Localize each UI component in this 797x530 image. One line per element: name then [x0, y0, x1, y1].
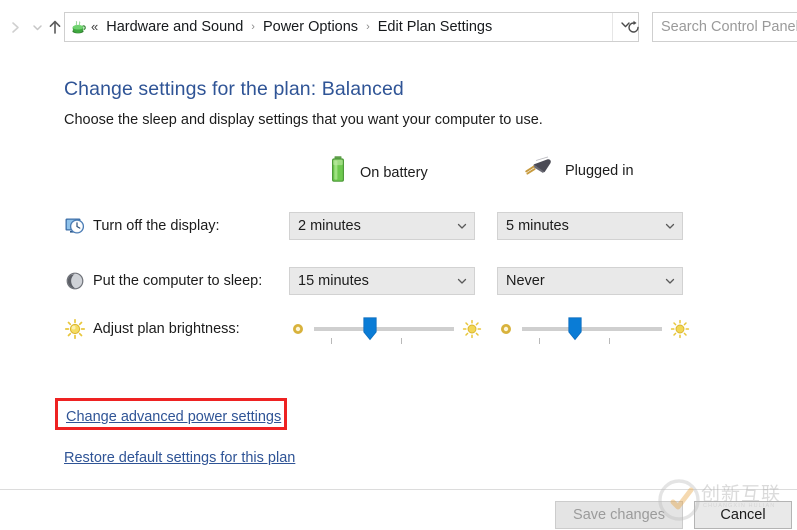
column-label-on-battery: On battery [360, 164, 428, 181]
brightness-slider-on-battery[interactable] [289, 312, 483, 346]
slider-track-wrapper[interactable] [522, 312, 662, 346]
dropdown-value: 2 minutes [298, 218, 361, 234]
chevron-down-icon [658, 275, 682, 287]
setting-row-turn-off-display: Turn off the display: 2 minutes 5 minute… [0, 209, 797, 243]
settings-content: Change settings for the plan: Balanced C… [0, 57, 797, 489]
breadcrumb-separator-icon: › [251, 20, 255, 33]
slider-tick [608, 338, 610, 344]
control-panel-window: « Hardware and Sound › Power Options › E… [0, 0, 797, 530]
brightness-high-icon [669, 319, 691, 339]
column-header-plugged-in: Plugged in [523, 155, 634, 186]
dropdown-display-on-battery[interactable]: 2 minutes [289, 212, 475, 240]
chevron-down-icon [450, 275, 474, 287]
search-placeholder: Search Control Panel [661, 19, 797, 35]
cancel-button[interactable]: Cancel [694, 501, 792, 529]
brightness-low-icon [289, 322, 307, 336]
setting-label-adjust-plan-brightness: Adjust plan brightness: [93, 321, 240, 337]
setting-row-put-computer-to-sleep: Put the computer to sleep: 15 minutes Ne… [0, 264, 797, 298]
dropdown-value: 15 minutes [298, 273, 369, 289]
footer-bar: Save changes Cancel [0, 490, 797, 530]
dropdown-display-plugged-in[interactable]: 5 minutes [497, 212, 683, 240]
column-header-on-battery: On battery [328, 155, 428, 190]
brightness-high-icon [461, 319, 483, 339]
dropdown-sleep-plugged-in[interactable]: Never [497, 267, 683, 295]
slider-thumb[interactable] [363, 317, 377, 341]
slider-tick [330, 338, 332, 344]
chevron-down-icon [450, 220, 474, 232]
slider-thumb[interactable] [568, 317, 582, 341]
control-panel-icon [65, 19, 91, 36]
breadcrumb-item-edit-plan-settings[interactable]: Edit Plan Settings [375, 13, 495, 41]
breadcrumb-item-power-options[interactable]: Power Options [260, 13, 361, 41]
breadcrumb-separator-icon: › [366, 20, 370, 33]
page-title: Change settings for the plan: Balanced [64, 78, 404, 100]
power-plug-icon [523, 155, 553, 186]
breadcrumb-overflow[interactable]: « [91, 20, 103, 35]
breadcrumb: « Hardware and Sound › Power Options › E… [91, 13, 612, 41]
setting-label-put-computer-to-sleep: Put the computer to sleep: [93, 273, 263, 289]
link-change-advanced-power-settings[interactable]: Change advanced power settings [66, 409, 281, 425]
dropdown-value: 5 minutes [506, 218, 569, 234]
battery-icon [328, 155, 348, 190]
setting-row-adjust-plan-brightness: Adjust plan brightness: [0, 312, 797, 346]
slider-track-wrapper[interactable] [314, 312, 454, 346]
chevron-down-icon [658, 220, 682, 232]
display-clock-icon [64, 215, 86, 237]
breadcrumb-item-hardware-and-sound[interactable]: Hardware and Sound [103, 13, 246, 41]
slider-track[interactable] [314, 327, 454, 331]
link-restore-default-settings[interactable]: Restore default settings for this plan [64, 450, 295, 466]
dropdown-value: Never [506, 273, 545, 289]
refresh-button[interactable] [620, 12, 646, 42]
page-subtitle: Choose the sleep and display settings th… [64, 112, 543, 128]
moon-sleep-icon [64, 270, 86, 292]
dropdown-sleep-on-battery[interactable]: 15 minutes [289, 267, 475, 295]
slider-tick [400, 338, 402, 344]
brightness-sun-icon [64, 318, 86, 340]
save-changes-button[interactable]: Save changes [555, 501, 683, 529]
address-toolbar: « Hardware and Sound › Power Options › E… [0, 0, 797, 57]
slider-track[interactable] [522, 327, 662, 331]
arrow-right-icon [9, 21, 22, 34]
search-input[interactable]: Search Control Panel [652, 12, 797, 42]
refresh-icon [626, 20, 641, 35]
brightness-low-icon [497, 322, 515, 336]
address-bar[interactable]: « Hardware and Sound › Power Options › E… [64, 12, 639, 42]
slider-tick [538, 338, 540, 344]
brightness-slider-plugged-in[interactable] [497, 312, 691, 346]
setting-label-turn-off-display: Turn off the display: [93, 218, 220, 234]
column-label-plugged-in: Plugged in [565, 162, 634, 179]
arrow-up-icon [47, 19, 63, 36]
